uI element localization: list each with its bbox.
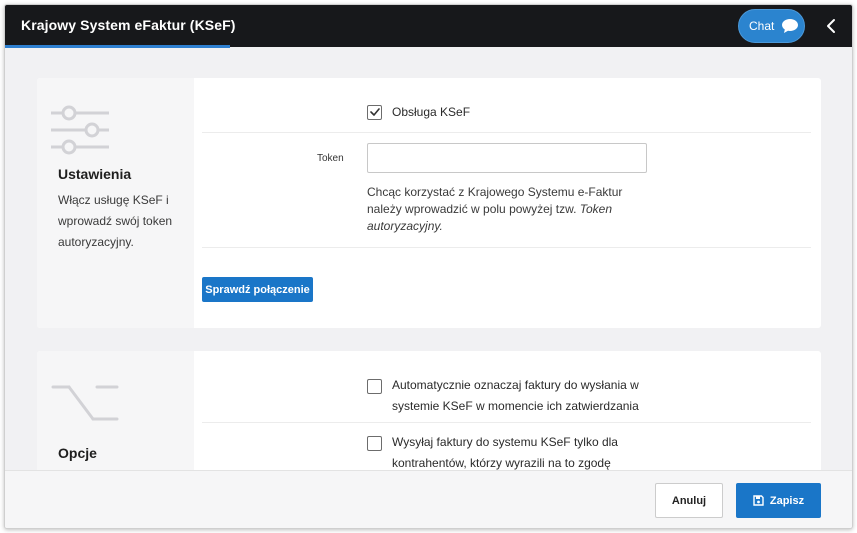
ksef-support-checkbox[interactable]: [367, 105, 382, 120]
floppy-disk-icon: [753, 495, 764, 506]
chat-bubble-icon: [782, 19, 798, 33]
options-title: Opcje: [58, 445, 97, 461]
auto-mark-label: Automatycznie oznaczaj faktury do wysłan…: [392, 378, 639, 413]
header-bar: Krajowy System eFaktur (KSeF) Chat: [5, 5, 852, 48]
chat-button[interactable]: Chat: [738, 9, 805, 43]
check-connection-button[interactable]: Sprawdź połączenie: [202, 277, 313, 302]
auto-mark-checkbox[interactable]: [367, 379, 382, 394]
token-input[interactable]: [367, 143, 647, 173]
send-consent-checkbox[interactable]: [367, 436, 382, 451]
save-button[interactable]: Zapisz: [736, 483, 821, 518]
cancel-button[interactable]: Anuluj: [655, 483, 723, 518]
sliders-icon: [51, 105, 109, 155]
settings-sidebar: Ustawienia Włącz usługę KSeF i wprowadź …: [37, 78, 194, 328]
settings-card: Ustawienia Włącz usługę KSeF i wprowadź …: [37, 78, 821, 328]
page-title: Krajowy System eFaktur (KSeF): [21, 17, 236, 33]
chat-label: Chat: [749, 19, 775, 33]
save-label: Zapisz: [769, 494, 805, 507]
header-accent-bar: [5, 45, 230, 48]
row-divider: [202, 422, 811, 423]
switch-route-icon: [51, 385, 119, 421]
row-divider: [202, 132, 811, 133]
token-help-text: Chcąc korzystać z Krajowego Systemu e-Fa…: [367, 184, 647, 235]
token-label: Token: [317, 153, 344, 164]
chevron-left-icon[interactable]: [821, 16, 841, 36]
ksef-settings-window: Krajowy System eFaktur (KSeF) Chat Ustaw…: [4, 4, 853, 529]
send-consent-label: Wysyłaj faktury do systemu KSeF tylko dl…: [392, 435, 618, 470]
ksef-support-label: Obsługa KSeF: [392, 105, 471, 119]
settings-title: Ustawienia: [58, 166, 132, 182]
check-icon: [370, 108, 380, 116]
row-divider: [202, 247, 811, 248]
footer-bar: Anuluj Zapisz: [5, 470, 852, 528]
settings-description: Włącz usługę KSeF i wprowadź swój token …: [58, 193, 173, 249]
